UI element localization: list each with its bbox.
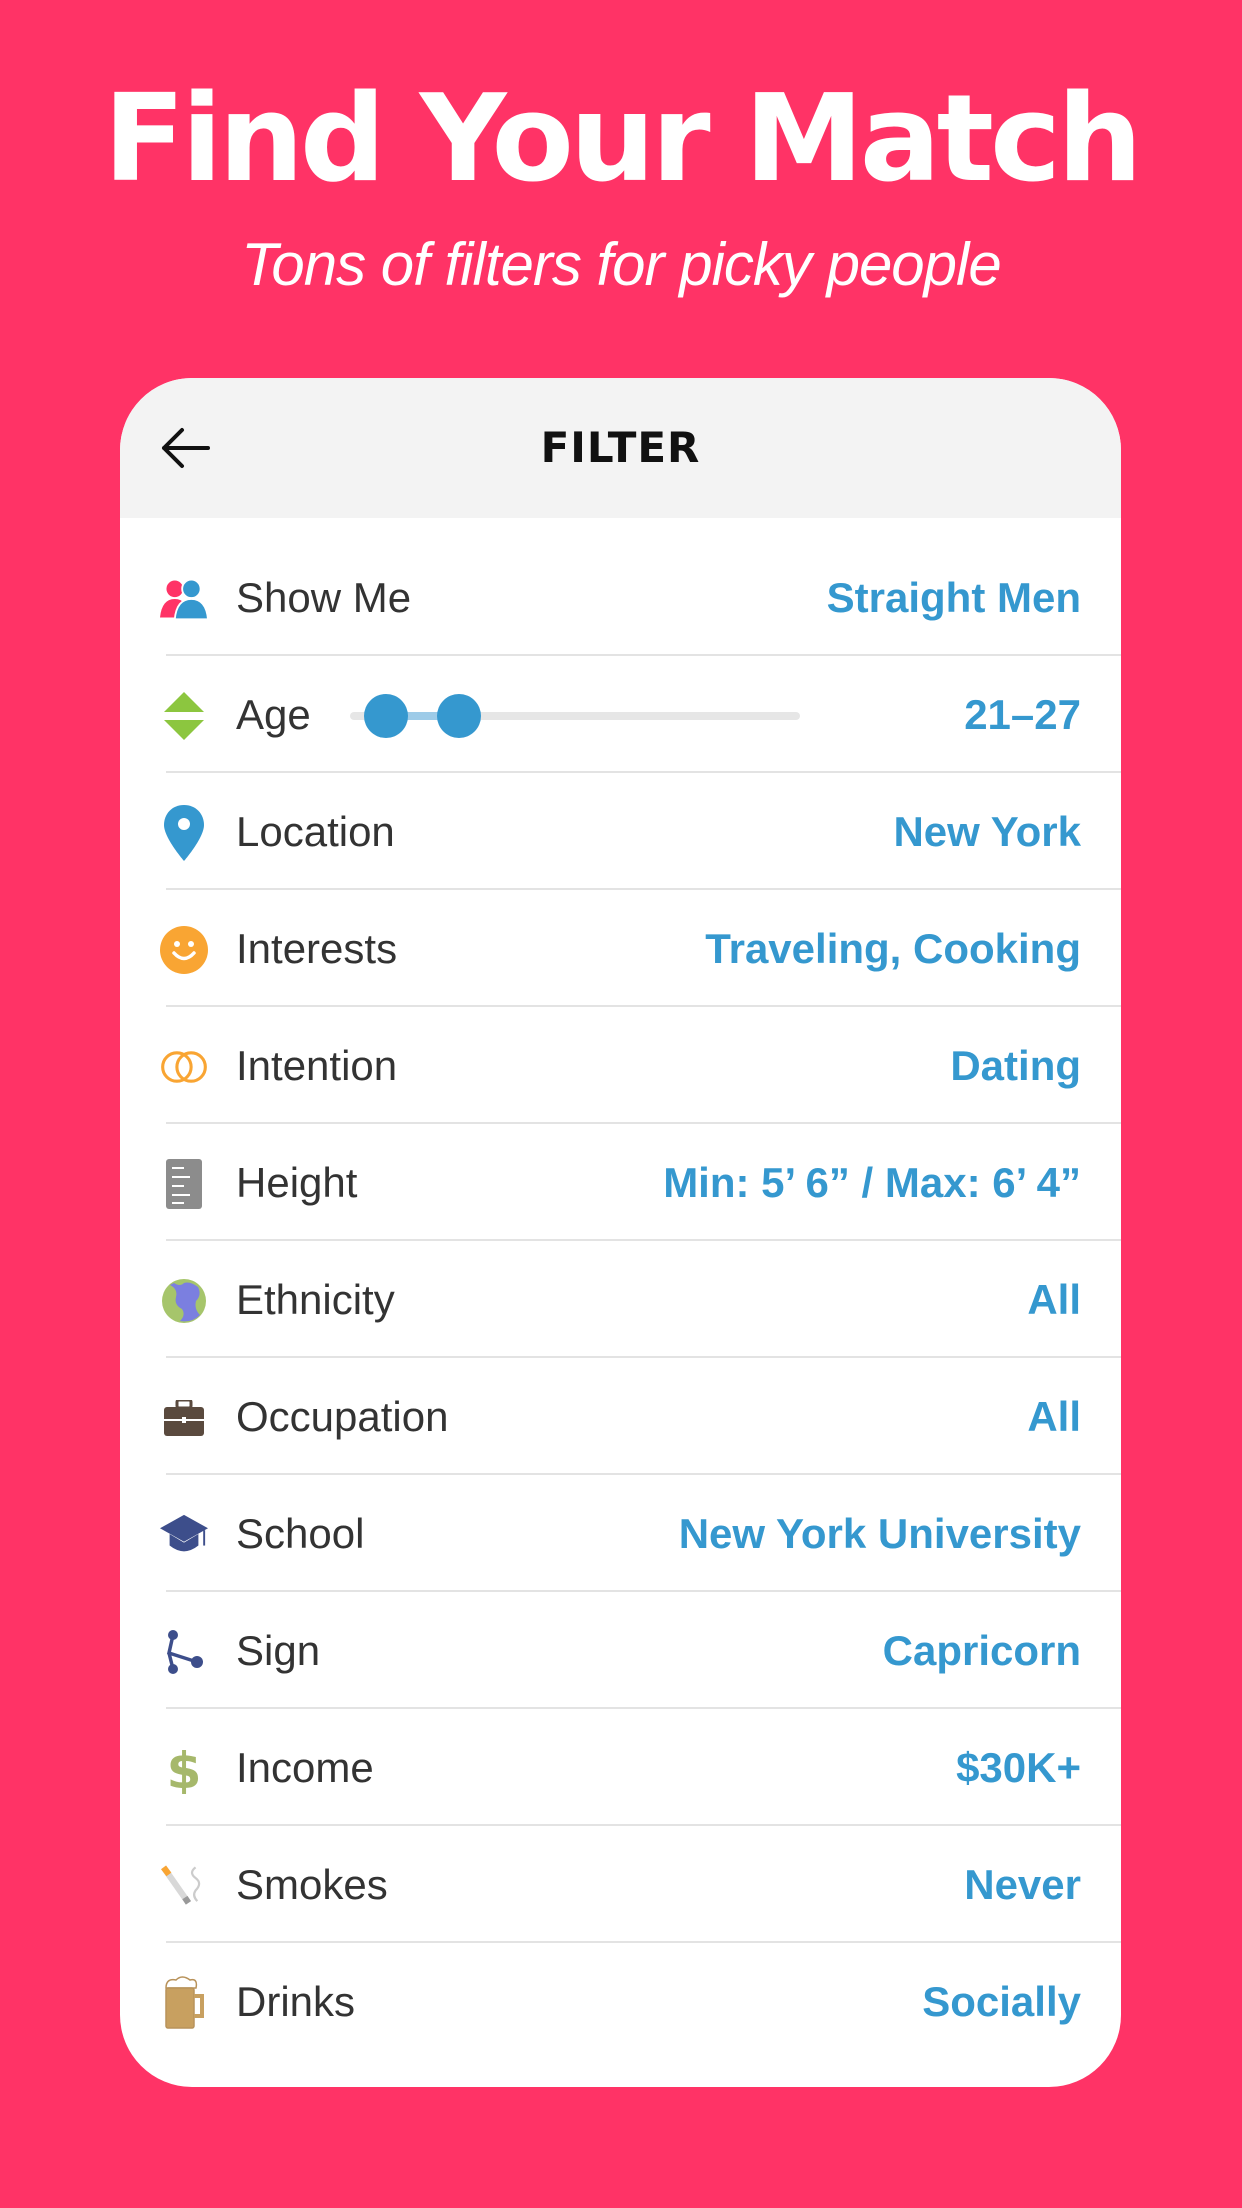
filter-row-occupation[interactable]: Occupation All: [120, 1358, 1121, 1475]
filter-value: Socially: [922, 1978, 1081, 2025]
filter-row-height[interactable]: Height Min: 5’ 6” / Max: 6’ 4”: [120, 1124, 1121, 1241]
up-down-arrows-icon: [160, 692, 208, 740]
filter-row-ethnicity[interactable]: Ethnicity All: [120, 1241, 1121, 1358]
filter-value: Traveling, Cooking: [705, 925, 1081, 972]
dollar-icon: $: [160, 1744, 208, 1794]
ruler-icon: [160, 1159, 208, 1209]
filter-label: Income: [236, 1744, 374, 1791]
globe-icon: [160, 1277, 208, 1325]
briefcase-icon: [160, 1394, 208, 1442]
filter-value: Dating: [950, 1042, 1081, 1089]
filter-row-school[interactable]: School New York University: [120, 1475, 1121, 1592]
slider-thumb-min[interactable]: [364, 694, 409, 738]
filter-value: 21–27: [964, 691, 1081, 738]
filter-label: Drinks: [236, 1978, 356, 2025]
filter-value: New York University: [678, 1510, 1081, 1557]
filter-value: All: [1027, 1393, 1081, 1440]
filter-row-sign[interactable]: Sign Capricorn: [120, 1592, 1121, 1709]
filter-value: New York: [893, 808, 1081, 855]
slider-thumb-max[interactable]: [437, 694, 482, 738]
filter-row-age: Age 21–27: [120, 656, 1121, 773]
filter-row-drinks[interactable]: Drinks Socially: [120, 1943, 1121, 2060]
filter-label: Location: [236, 808, 395, 855]
filter-row-show-me[interactable]: Show Me Straight Men: [120, 539, 1121, 656]
filter-label: Age: [236, 691, 311, 738]
filter-row-location[interactable]: Location New York: [120, 773, 1121, 890]
filter-row-smokes[interactable]: Smokes Never: [120, 1826, 1121, 1943]
filter-label: Sign: [236, 1627, 321, 1674]
beer-mug-icon: [160, 1976, 208, 2029]
filter-label: Interests: [236, 925, 398, 972]
filter-value: Capricorn: [882, 1627, 1081, 1674]
filter-value: All: [1027, 1276, 1081, 1323]
graduation-cap-icon: [160, 1511, 208, 1559]
filter-value: Min: 5’ 6” / Max: 6’ 4”: [663, 1159, 1081, 1206]
filter-label: Intention: [236, 1042, 398, 1089]
filter-row-income[interactable]: $ Income $30K+: [120, 1709, 1121, 1826]
filter-label: Occupation: [236, 1393, 449, 1440]
filter-card: FILTER Show Me Straight Men Age 21–27 Lo…: [120, 378, 1121, 2087]
filter-label: Ethnicity: [236, 1276, 395, 1323]
smiley-icon: [160, 926, 208, 974]
filter-label: Show Me: [236, 574, 412, 621]
filter-value: Never: [964, 1861, 1081, 1908]
hero-title: Find Your Match: [103, 70, 1142, 209]
location-pin-icon: [160, 805, 208, 861]
page-title: FILTER: [540, 423, 701, 472]
filter-header: FILTER: [120, 378, 1121, 518]
filter-row-interests[interactable]: Interests Traveling, Cooking: [120, 890, 1121, 1007]
age-range-slider[interactable]: [350, 692, 800, 740]
filter-label: Smokes: [236, 1861, 388, 1908]
filter-value: Straight Men: [826, 574, 1081, 621]
cigarette-icon: [160, 1862, 208, 1910]
filter-label: School: [236, 1510, 365, 1557]
filter-label: Height: [236, 1159, 358, 1206]
hero-subtitle: Tons of filters for picky people: [241, 231, 1002, 298]
rings-icon: [160, 1043, 208, 1091]
filter-row-intention[interactable]: Intention Dating: [120, 1007, 1121, 1124]
filter-value: $30K+: [956, 1744, 1081, 1791]
people-icon: [160, 575, 208, 623]
svg-text:$: $: [167, 1744, 201, 1794]
share-nodes-icon: [160, 1628, 208, 1676]
filter-list: Show Me Straight Men Age 21–27 Location …: [120, 539, 1121, 2060]
